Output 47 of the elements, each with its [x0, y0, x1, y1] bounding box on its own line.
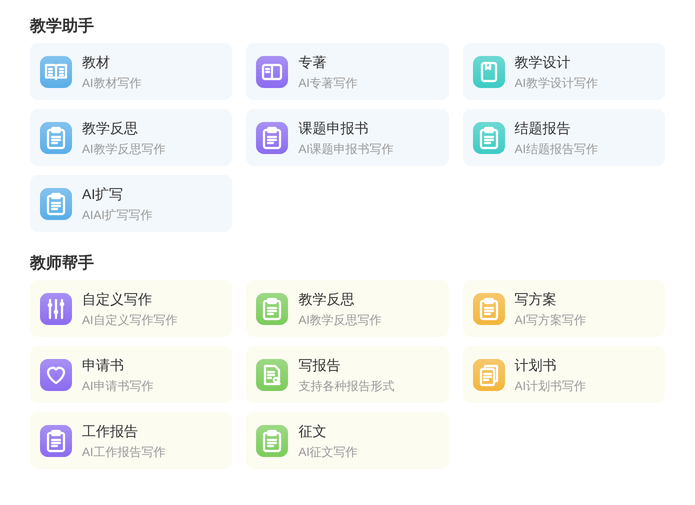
- tool-card[interactable]: 计划书 AI计划书写作: [462, 346, 665, 403]
- card-title: 工作报告: [82, 422, 139, 440]
- card-subtitle: AI自定义写作写作: [82, 312, 178, 328]
- card-subtitle: AI教材写作: [82, 74, 142, 92]
- card-subtitle: AI写方案写作: [514, 312, 586, 328]
- card-subtitle: 支持各种报告形式: [298, 378, 394, 394]
- tool-card[interactable]: 教材 AI教材写作: [30, 43, 232, 100]
- card-title: 课题申报书: [298, 118, 370, 138]
- card-subtitle: AI专著写作: [298, 74, 358, 92]
- card-title: 教学设计: [514, 52, 572, 72]
- card-title: 教学反思: [82, 118, 139, 138]
- section-title: 教学助手: [30, 16, 95, 37]
- tool-card[interactable]: 教学设计 AI教学设计写作: [462, 43, 665, 100]
- tool-card[interactable]: 自定义写作 AI自定义写作写作: [30, 280, 232, 337]
- card-subtitle: AI教学反思写作: [298, 312, 382, 328]
- card-subtitle: AI征文写作: [298, 444, 358, 460]
- tool-card[interactable]: 写报告 支持各种报告形式: [246, 346, 449, 403]
- card-subtitle: AI教学反思写作: [82, 140, 166, 158]
- card-subtitle: AI教学设计写作: [514, 74, 598, 92]
- card-subtitle: AI课题申报书写作: [298, 140, 394, 158]
- tool-card[interactable]: 教学反思 AI教学反思写作: [246, 280, 449, 337]
- card-subtitle: AI结题报告写作: [514, 140, 598, 158]
- tool-card[interactable]: 专著 AI专著写作: [246, 43, 449, 100]
- tool-card[interactable]: 征文 AI征文写作: [246, 412, 449, 469]
- card-title: 结题报告: [514, 118, 572, 138]
- card-title: 计划书: [514, 356, 558, 374]
- section-title: 教师帮手: [30, 253, 95, 274]
- card-subtitle: AI计划书写作: [514, 378, 586, 394]
- card-title: 专著: [298, 52, 328, 72]
- card-title: AI扩写: [82, 184, 124, 204]
- card-title: 自定义写作: [82, 290, 153, 308]
- card-title: 征文: [298, 422, 328, 440]
- tool-card[interactable]: 课题申报书 AI课题申报书写作: [246, 109, 449, 166]
- tool-card[interactable]: 工作报告 AI工作报告写作: [30, 412, 232, 469]
- card-subtitle: AI申请书写作: [82, 378, 154, 394]
- tool-card[interactable]: 申请书 AI申请书写作: [30, 346, 232, 403]
- card-subtitle: AI工作报告写作: [82, 444, 166, 460]
- card-title: 教学反思: [298, 290, 356, 308]
- card-title: 写报告: [298, 356, 342, 374]
- tool-card[interactable]: 写方案 AI写方案写作: [462, 280, 665, 337]
- card-title: 写方案: [514, 290, 558, 308]
- card-title: 申请书: [82, 356, 125, 374]
- tool-card[interactable]: AI扩写 AIAI扩写写作: [30, 175, 232, 232]
- tool-card[interactable]: 教学反思 AI教学反思写作: [30, 109, 232, 166]
- tool-card[interactable]: 结题报告 AI结题报告写作: [462, 109, 665, 166]
- card-title: 教材: [82, 52, 111, 72]
- card-subtitle: AIAI扩写写作: [82, 206, 153, 224]
